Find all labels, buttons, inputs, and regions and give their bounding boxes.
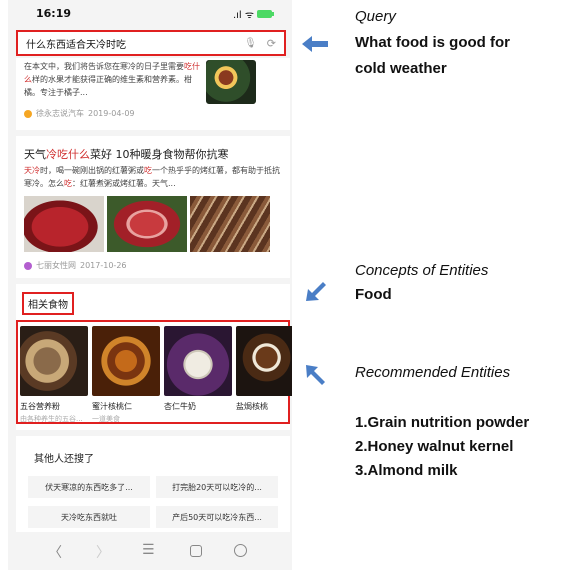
- source-logo-icon: [24, 109, 32, 118]
- entity-name: 蜜汁核桃仁: [92, 402, 132, 411]
- back-icon[interactable]: 〈: [48, 542, 62, 562]
- search-bar[interactable]: 什么东西适合天冷时吃 🎙 ⟳: [16, 30, 286, 56]
- home-icon[interactable]: [234, 544, 247, 557]
- result-date: 2017-10-26: [80, 261, 127, 270]
- query-heading: Query: [355, 8, 396, 25]
- result-image[interactable]: [24, 196, 104, 252]
- concepts-arrow-icon: [306, 282, 326, 301]
- result-image[interactable]: [107, 196, 187, 252]
- related-foods-label: 相关食物: [22, 292, 74, 315]
- result-source: 七丽女性网: [36, 261, 76, 270]
- suggestion-pill[interactable]: 天冷吃东西就吐: [28, 506, 150, 528]
- result-meta: 七丽女性网 2017-10-26: [24, 260, 127, 271]
- bottom-nav-bar: 〈 〉 ☰: [8, 534, 292, 570]
- entity-name: 盐焗核桃: [236, 402, 268, 411]
- result-meta: 徐永志说汽车 2019-04-09: [24, 108, 135, 119]
- recommended-item: 1.Grain nutrition powder: [355, 414, 530, 431]
- entity-card[interactable]: 盐焗核桃: [236, 326, 292, 412]
- entity-card[interactable]: 五谷营养粉 由各种养生的五谷...: [20, 326, 90, 424]
- signal-wifi-icon: .ıl ᯤ: [232, 10, 254, 21]
- entity-subtitle: 由各种养生的五谷...: [20, 415, 83, 423]
- source-logo-icon: [24, 261, 32, 270]
- entity-image[interactable]: [236, 326, 292, 396]
- query-arrow-icon: [302, 36, 328, 52]
- suggestion-pill[interactable]: 伏天寒凉的东西吃多了...: [28, 476, 150, 498]
- suggestion-pill[interactable]: 打完胎20天可以吃冷的...: [156, 476, 278, 498]
- phone-screenshot: 16:19 .ıl ᯤ 什么东西适合天冷时吃 🎙 ⟳ 在本文中，我们将告诉您在寒…: [8, 0, 292, 570]
- entity-image[interactable]: [20, 326, 88, 396]
- query-text-line1: What food is good for: [355, 34, 510, 51]
- query-text-line2: cold weather: [355, 60, 447, 77]
- search-input[interactable]: 什么东西适合天冷时吃: [26, 36, 244, 51]
- search-result-1[interactable]: 在本文中，我们将告诉您在寒冷的日子里需要吃什么样的水果才能获得正确的维生素和营养…: [16, 58, 290, 130]
- others-searched-title: 其他人还搜了: [34, 454, 94, 465]
- entity-name: 五谷营养粉: [20, 402, 60, 411]
- concepts-value: Food: [355, 286, 392, 303]
- concepts-heading: Concepts of Entities: [355, 262, 489, 279]
- menu-icon[interactable]: ☰: [142, 542, 155, 558]
- suggestion-pill[interactable]: 产后50天可以吃冷东西...: [156, 506, 278, 528]
- tabs-icon[interactable]: [190, 545, 202, 557]
- forward-icon[interactable]: 〉: [96, 542, 110, 562]
- refresh-icon[interactable]: ⟳: [267, 37, 276, 50]
- recommended-item: 3.Almond milk: [355, 462, 458, 479]
- entity-subtitle: 一道美食: [92, 415, 120, 423]
- entity-card[interactable]: 杏仁牛奶: [164, 326, 234, 412]
- status-time: 16:19: [36, 7, 72, 20]
- others-searched-card: 其他人还搜了 伏天寒凉的东西吃多了... 打完胎20天可以吃冷的... 天冷吃东…: [16, 436, 290, 532]
- result-snippet: 天冷时，喝一碗刚出锅的红薯粥或吃一个热乎乎的烤红薯，都有助于抵抗寒冷。怎么吃：红…: [24, 166, 280, 188]
- result-source: 徐永志说汽车: [36, 109, 84, 118]
- result-date: 2019-04-09: [88, 109, 135, 118]
- status-bar: 16:19 .ıl ᯤ: [8, 0, 292, 26]
- result-snippet: 在本文中，我们将告诉您在寒冷的日子里需要吃什么样的水果才能获得正确的维生素和营养…: [24, 62, 200, 97]
- status-icons: .ıl ᯤ: [232, 7, 274, 21]
- search-result-2[interactable]: 天气冷吃什么菜好 10种暖身食物帮你抗寒 天冷时，喝一碗刚出锅的红薯粥或吃一个热…: [16, 136, 290, 278]
- result-thumbnail[interactable]: [206, 60, 256, 104]
- entity-card[interactable]: 蜜汁核桃仁 一道美食: [92, 326, 162, 424]
- related-foods-card: 相关食物 五谷营养粉 由各种养生的五谷... 蜜汁核桃仁 一道美食 杏仁牛奶 盐…: [16, 284, 292, 430]
- entity-name: 杏仁牛奶: [164, 402, 196, 411]
- entities-arrow-icon: [306, 365, 325, 385]
- microphone-icon[interactable]: 🎙: [244, 38, 257, 49]
- recommended-item: 2.Honey walnut kernel: [355, 438, 514, 455]
- entity-image[interactable]: [92, 326, 160, 396]
- result-title[interactable]: 天气冷吃什么菜好 10种暖身食物帮你抗寒: [24, 146, 229, 162]
- recommended-heading: Recommended Entities: [355, 364, 511, 381]
- result-image[interactable]: [190, 196, 270, 252]
- recommended-entities: 五谷营养粉 由各种养生的五谷... 蜜汁核桃仁 一道美食 杏仁牛奶 盐焗核桃: [16, 320, 292, 424]
- entity-image[interactable]: [164, 326, 232, 396]
- battery-icon: [257, 10, 274, 18]
